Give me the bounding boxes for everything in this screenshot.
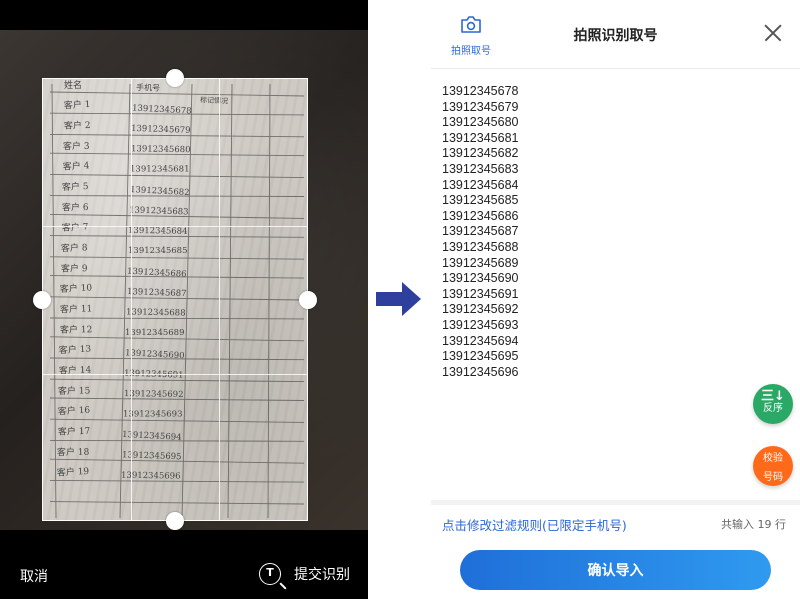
number-line: 13912345696 <box>442 364 519 379</box>
number-line: 13912345692 <box>442 302 519 317</box>
cancel-button[interactable]: 取消 <box>20 566 48 586</box>
submit-recognition-label: 提交识别 <box>294 567 350 583</box>
submit-recognition-button[interactable]: T 提交识别 <box>259 563 350 585</box>
crop-handle-left[interactable] <box>33 291 51 309</box>
crop-handle-right[interactable] <box>299 291 317 309</box>
number-line: 13912345693 <box>442 317 519 332</box>
text-recognition-icon: T <box>259 563 281 585</box>
app-screen: 拍照取号 拍照识别取号 13912345678 13912345679 139123… <box>431 0 800 599</box>
number-line: 13912345680 <box>442 115 519 130</box>
crop-grid-line <box>43 374 307 375</box>
filter-rule-link[interactable]: 点击修改过滤规则(已限定手机号) <box>442 515 627 534</box>
number-line: 13912345685 <box>442 193 519 208</box>
crop-grid-line <box>219 79 220 520</box>
number-list[interactable]: 13912345678 13912345679 13912345680 1391234… <box>442 84 518 380</box>
page-title: 拍照识别取号 <box>573 28 658 44</box>
number-line: 13912345678 <box>442 84 519 98</box>
number-line: 13912345690 <box>442 271 519 286</box>
validate-label-line2: 号码 <box>763 472 783 483</box>
crop-grid-line <box>43 226 307 227</box>
number-line: 13912345682 <box>442 146 519 161</box>
header: 拍照取号 拍照识别取号 <box>431 0 800 69</box>
number-line: 13912345695 <box>442 349 519 364</box>
number-line: 13912345687 <box>442 224 519 239</box>
sort-icon: 三↓ <box>761 389 785 404</box>
number-line: 13912345686 <box>442 208 519 223</box>
number-line: 13912345683 <box>442 161 519 176</box>
crop-frame[interactable] <box>42 78 308 521</box>
number-line: 13912345681 <box>442 130 519 145</box>
number-line: 13912345694 <box>442 333 519 348</box>
right-arrow-icon <box>376 282 421 316</box>
crop-grid-line <box>131 79 132 520</box>
crop-screen: 姓名 手机号 标记情况 客户 1 13912345678 客户 2 13912345679 客… <box>0 0 368 599</box>
number-line: 13912345684 <box>442 177 519 192</box>
number-line: 13912345688 <box>442 239 519 254</box>
crop-handle-bottom[interactable] <box>166 512 184 530</box>
reverse-order-label: 反序 <box>763 403 783 414</box>
validate-label-line1: 校验 <box>763 453 783 464</box>
crop-handle-top[interactable] <box>166 69 184 87</box>
number-line: 13912345691 <box>442 286 519 301</box>
reverse-order-button[interactable]: 三↓ 反序 <box>753 384 793 424</box>
close-icon[interactable] <box>764 24 782 42</box>
divider <box>431 500 800 505</box>
confirm-import-button[interactable]: 确认导入 <box>460 550 771 590</box>
validate-number-button[interactable]: 校验 号码 <box>753 446 793 486</box>
line-count: 共输入 19 行 <box>721 518 786 531</box>
crop-toolbar: 取消 T 提交识别 <box>0 553 368 599</box>
number-line: 13912345689 <box>442 255 519 270</box>
number-line: 13912345679 <box>442 99 519 114</box>
